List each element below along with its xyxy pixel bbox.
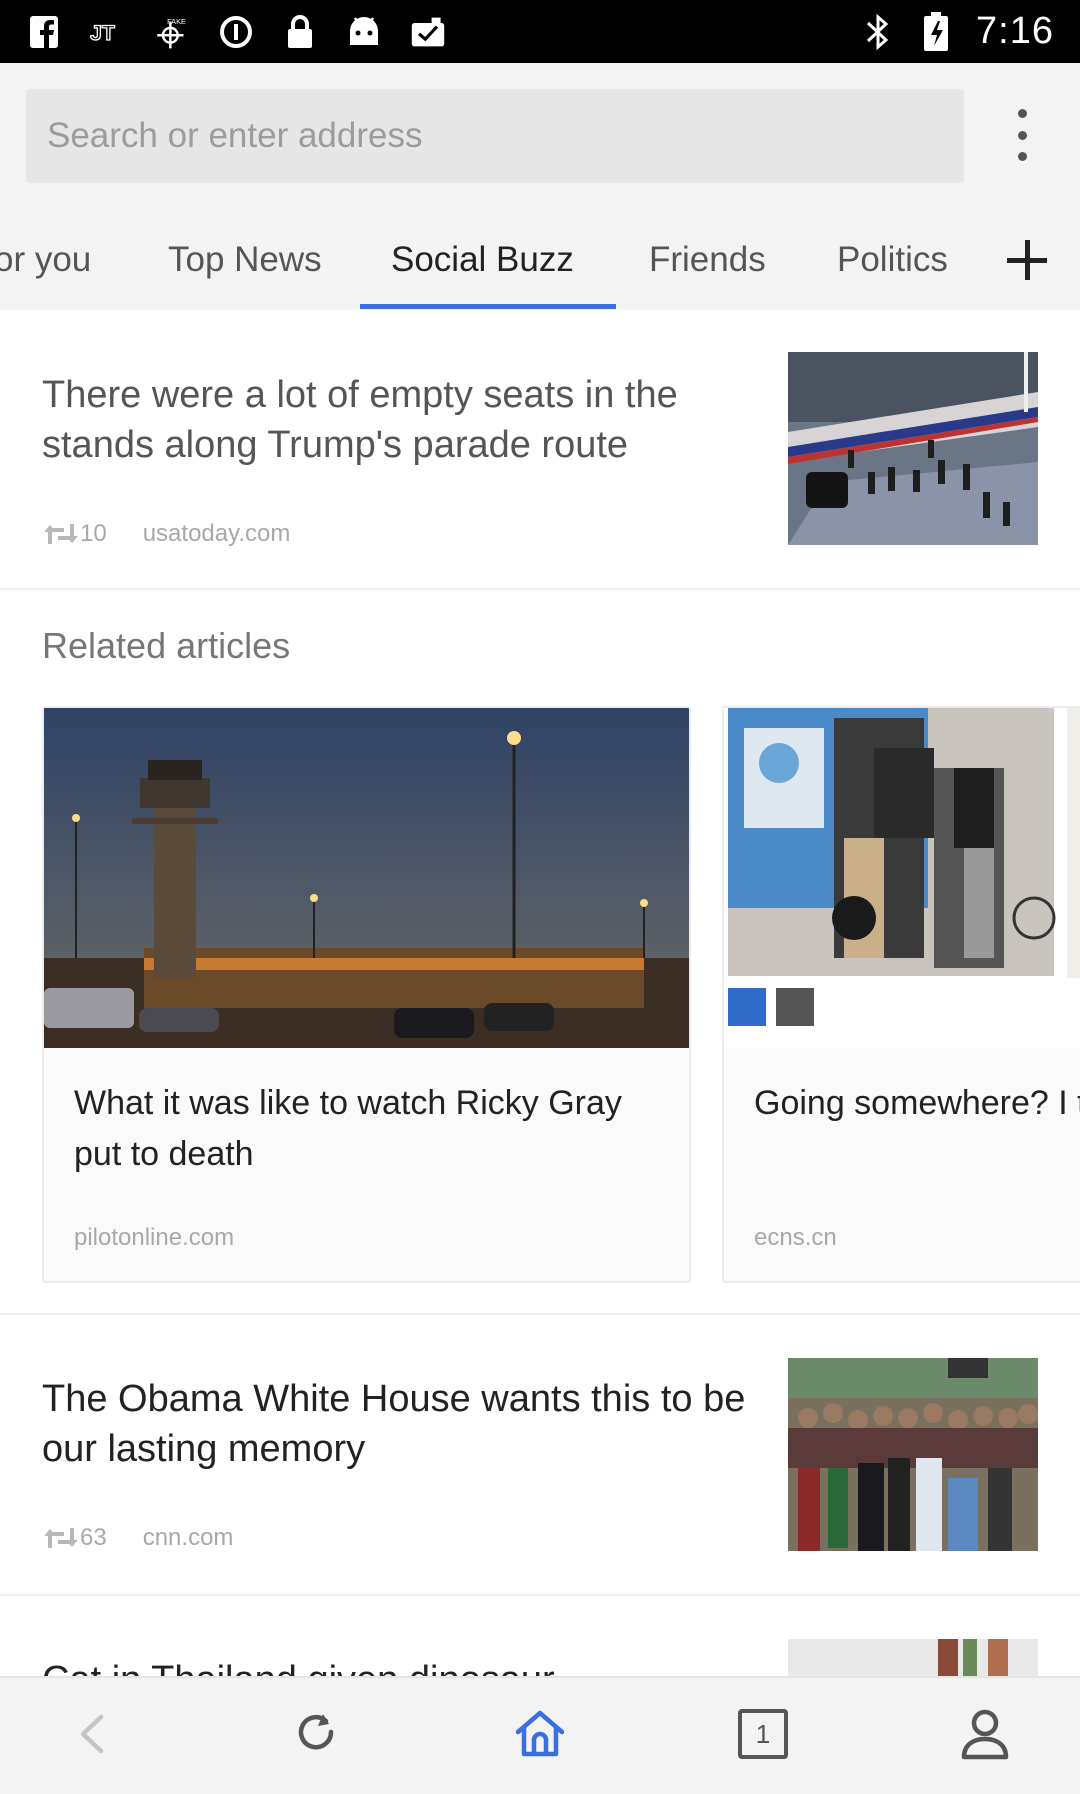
tab-top-news[interactable]: Top News [168, 240, 322, 280]
related-image-prison [44, 708, 689, 1048]
article-title[interactable]: There were a lot of empty seats in the s… [42, 370, 752, 470]
address-bar-area: Search or enter address [0, 63, 1080, 188]
article-title[interactable]: Cat in Thailand given dinosaur [42, 1655, 752, 1677]
article-source: cnn.com [142, 1524, 234, 1551]
divider [0, 1313, 1080, 1315]
article-card-cat[interactable]: Cat in Thailand given dinosaur [0, 1597, 1080, 1677]
related-card-title[interactable]: Going somewhere? I take these items [754, 1078, 1080, 1129]
related-image-travel [724, 708, 1080, 1048]
refresh-icon[interactable] [287, 1704, 347, 1764]
related-card-title[interactable]: What it was like to watch Ricky Gray put… [74, 1078, 674, 1180]
article-meta: 10 usatoday.com [42, 520, 290, 548]
tab-politics[interactable]: Politics [837, 240, 948, 280]
related-card-source: ecns.cn [754, 1224, 837, 1251]
add-tab-icon[interactable] [1005, 238, 1049, 282]
profile-icon[interactable] [955, 1704, 1015, 1764]
search-placeholder: Search or enter address [47, 116, 423, 155]
repost-count: 63 [80, 1524, 107, 1551]
related-card-source: pilotonline.com [74, 1224, 235, 1251]
tab-count: 1 [755, 1718, 771, 1749]
clock: 7:16 [976, 10, 1054, 52]
article-thumbnail-obama[interactable] [788, 1358, 1038, 1551]
article-thumbnail-cat[interactable] [788, 1639, 1038, 1677]
divider [0, 1594, 1080, 1596]
android-icon [346, 14, 382, 50]
svg-text:JT: JT [90, 21, 115, 45]
divider [0, 588, 1080, 590]
article-thumbnail-parade[interactable] [788, 352, 1038, 545]
jt-icon: JT [90, 14, 126, 50]
repost-icon [42, 522, 80, 546]
battery-charging-icon [918, 11, 954, 51]
tab-social-buzz[interactable]: Social Buzz [391, 240, 574, 280]
article-card-parade[interactable]: There were a lot of empty seats in the s… [0, 310, 1080, 590]
clipboard-check-icon [410, 14, 446, 50]
active-tab-indicator [360, 304, 616, 309]
article-meta: 63 cnn.com [42, 1524, 233, 1552]
repost-count: 10 [80, 520, 107, 547]
overflow-menu-icon[interactable] [1004, 109, 1040, 161]
repost-icon [42, 1526, 80, 1550]
status-bar: JT FAKE 7:16 [0, 0, 1080, 63]
search-input[interactable]: Search or enter address [26, 89, 964, 183]
bottom-navigation: 1 [0, 1676, 1080, 1794]
related-articles-heading: Related articles [42, 625, 291, 666]
back-icon[interactable] [63, 1704, 123, 1764]
bluetooth-icon [860, 13, 896, 50]
data-saver-icon [218, 14, 254, 50]
article-card-obama[interactable]: The Obama White House wants this to be o… [0, 1316, 1080, 1596]
related-card-travel[interactable]: Going somewhere? I take these items ecns… [722, 706, 1080, 1283]
article-title[interactable]: The Obama White House wants this to be o… [42, 1374, 752, 1474]
facebook-icon [26, 14, 62, 50]
tab-for-you[interactable]: or you [0, 240, 91, 280]
home-icon[interactable] [510, 1704, 570, 1764]
tabs-icon[interactable]: 1 [733, 1704, 793, 1764]
category-tabs: or you Top News Social Buzz Friends Poli… [0, 188, 1080, 310]
svg-text:FAKE: FAKE [167, 16, 186, 25]
fake-gps-icon: FAKE [154, 14, 190, 50]
lock-icon [282, 14, 318, 50]
related-card-ricky-gray[interactable]: What it was like to watch Ricky Gray put… [42, 706, 691, 1283]
tab-friends[interactable]: Friends [649, 240, 766, 280]
article-source: usatoday.com [142, 520, 291, 547]
